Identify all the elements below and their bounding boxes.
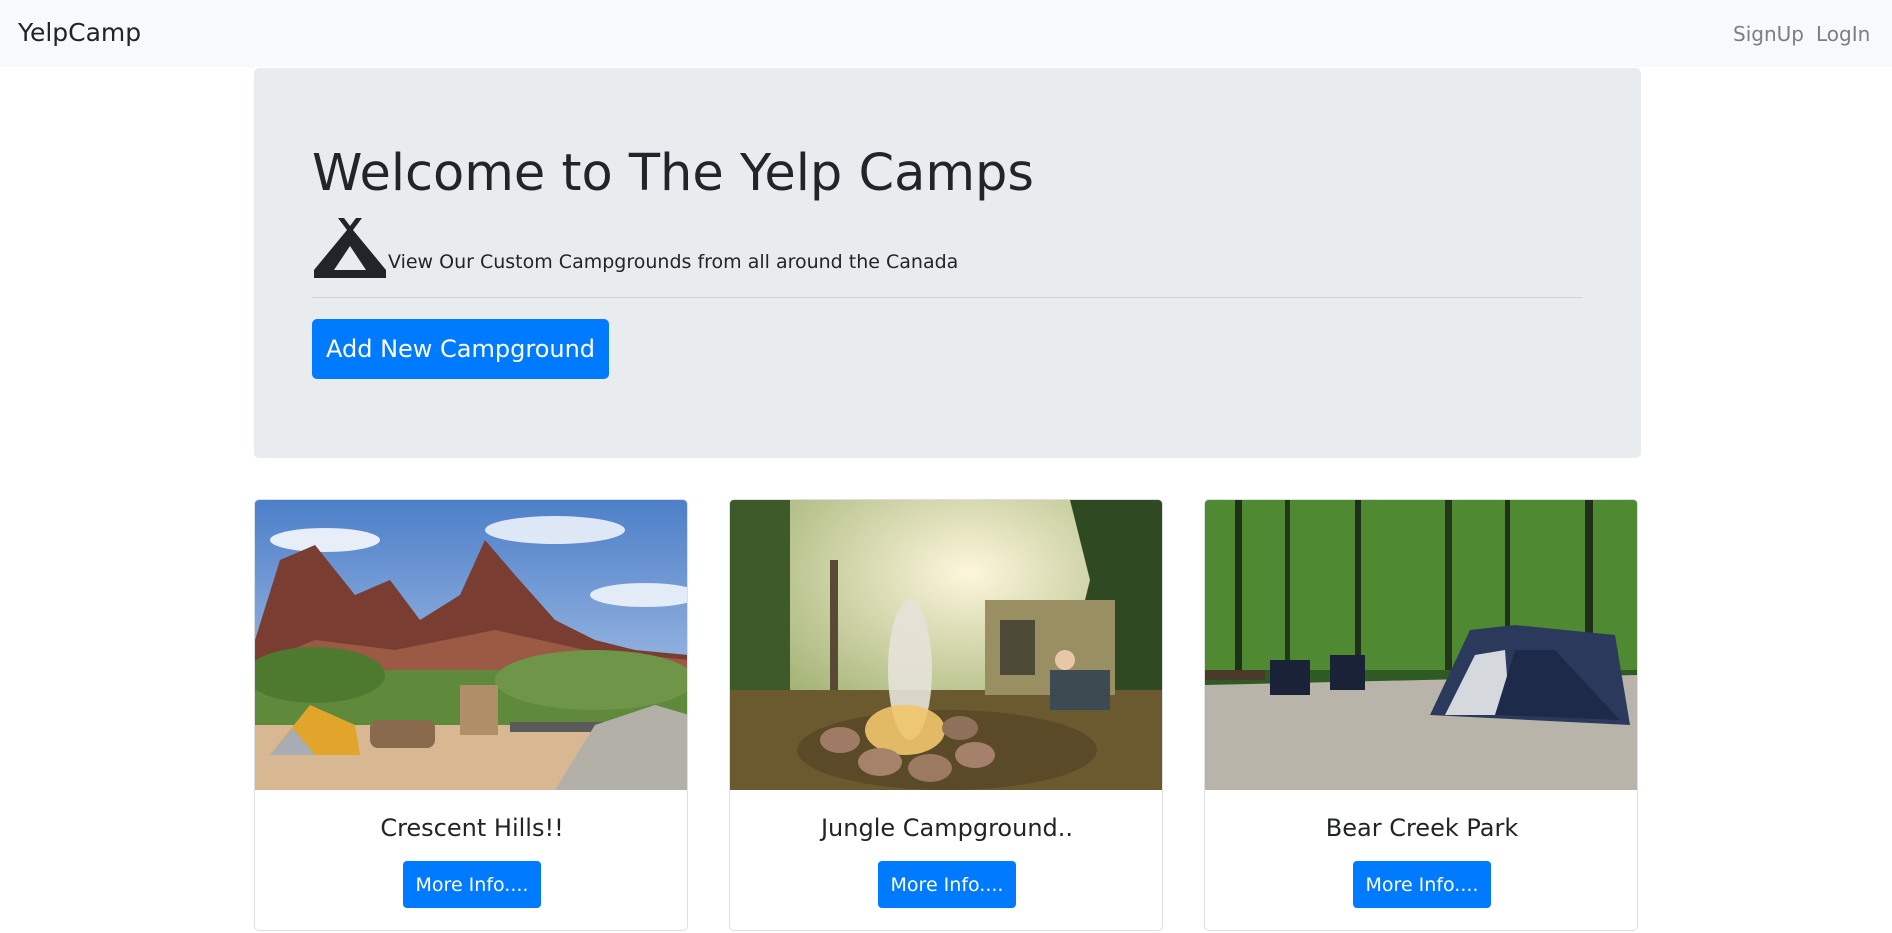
page-title: Welcome to The Yelp Camps xyxy=(312,144,1034,203)
more-info-button[interactable]: More Info.... xyxy=(403,861,541,908)
navbar: YelpCamp SignUp LogIn xyxy=(0,0,1892,67)
campground-image[interactable] xyxy=(730,500,1163,790)
divider xyxy=(312,297,1582,298)
campground-tent-icon xyxy=(314,218,386,278)
more-info-button[interactable]: More Info.... xyxy=(1353,861,1491,908)
campground-name: Crescent Hills!! xyxy=(380,814,564,842)
add-campground-button[interactable]: Add New Campground xyxy=(312,319,609,379)
login-link[interactable]: LogIn xyxy=(1816,22,1870,46)
brand-link[interactable]: YelpCamp xyxy=(18,18,141,47)
signup-link[interactable]: SignUp xyxy=(1733,22,1804,46)
jumbotron: Welcome to The Yelp Camps View Our Custo… xyxy=(254,68,1641,458)
campground-image[interactable] xyxy=(255,500,688,790)
campground-card: Crescent Hills!! More Info.... xyxy=(254,499,688,931)
campground-card: Jungle Campground.. More Info.... xyxy=(729,499,1163,931)
more-info-button[interactable]: More Info.... xyxy=(878,861,1016,908)
campground-image[interactable] xyxy=(1205,500,1638,790)
campground-name: Jungle Campground.. xyxy=(820,814,1074,842)
lead-text: View Our Custom Campgrounds from all aro… xyxy=(388,251,959,273)
campground-name: Bear Creek Park xyxy=(1325,814,1519,842)
campground-card: Bear Creek Park More Info.... xyxy=(1204,499,1638,931)
